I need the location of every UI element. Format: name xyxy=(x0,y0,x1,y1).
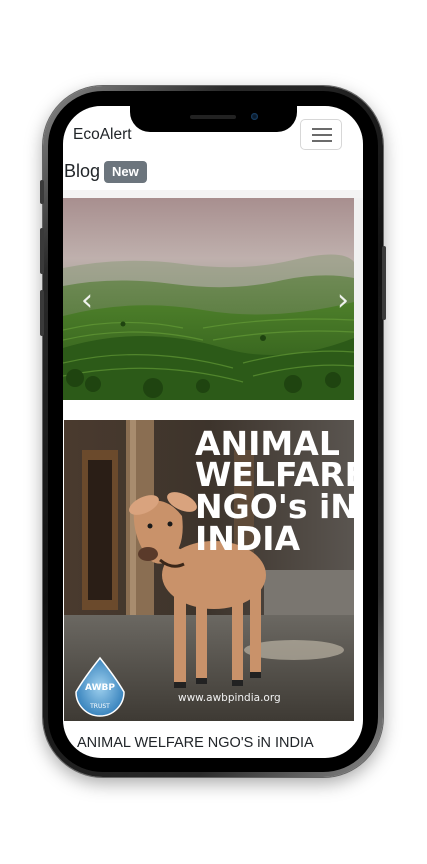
new-badge: New xyxy=(104,161,147,183)
spacer xyxy=(63,400,363,420)
phone-notch xyxy=(130,106,297,132)
volume-up-button xyxy=(40,228,44,274)
chevron-right-icon[interactable]: › xyxy=(337,286,349,316)
navbar-brand[interactable]: EcoAlert xyxy=(73,126,132,144)
carousel-next-peek xyxy=(354,198,363,400)
power-button xyxy=(382,246,386,320)
front-camera xyxy=(251,113,258,120)
volume-down-button xyxy=(40,290,44,336)
animal-welfare-poster: ANIMAL WELFARE NGO's iN INDIA AWBP TRUST… xyxy=(64,420,354,721)
carousel-slide-tea-plantation xyxy=(63,198,354,400)
blog-card-title[interactable]: ANIMAL WELFARE NGO'S iN INDIA xyxy=(77,735,314,751)
logo-subtext: TRUST xyxy=(89,703,110,710)
hamburger-menu-icon[interactable] xyxy=(300,119,342,150)
poster-line-4: INDIA xyxy=(195,519,301,558)
speaker-grille xyxy=(190,115,236,119)
phone-screen: EcoAlert Blog New ‹ › ANIMAL WELFARE NGO… xyxy=(63,106,363,758)
blog-card-image[interactable]: ANIMAL WELFARE NGO's iN INDIA AWBP TRUST… xyxy=(64,420,354,721)
image-carousel[interactable] xyxy=(63,198,354,400)
page-title: Blog xyxy=(64,161,101,181)
silent-switch xyxy=(40,180,44,204)
section-divider xyxy=(63,190,363,198)
watermark-url: www.awbpindia.org xyxy=(178,692,281,704)
chevron-left-icon[interactable]: ‹ xyxy=(81,286,93,316)
logo-text: AWBP xyxy=(85,683,115,693)
